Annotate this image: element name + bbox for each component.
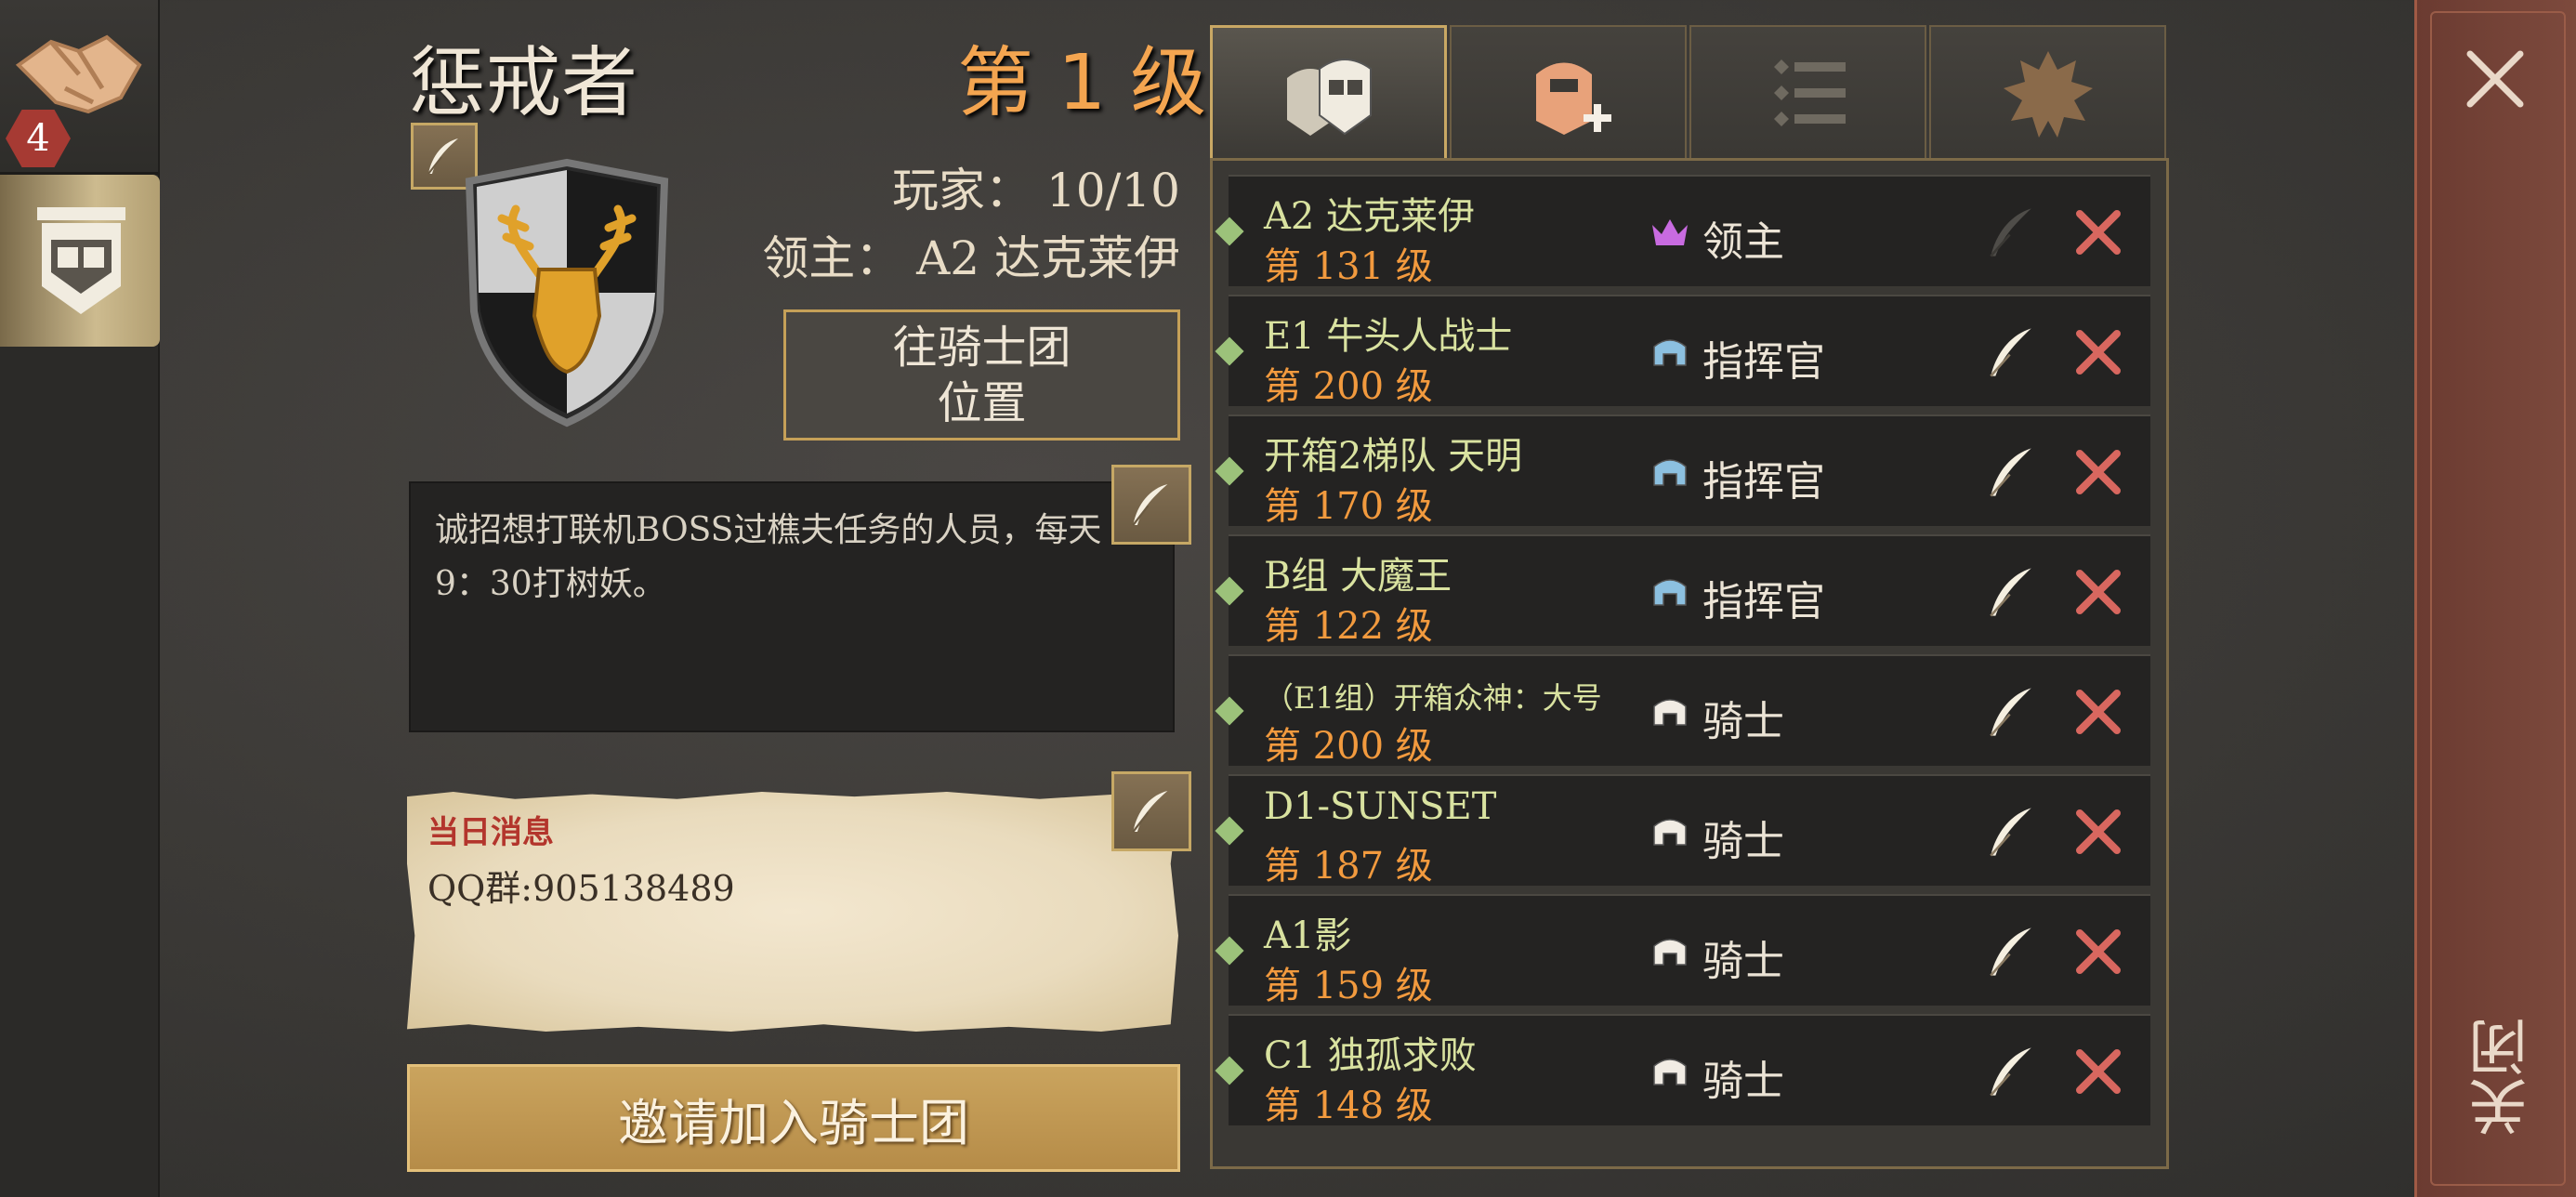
daily-message-title: 当日消息	[427, 814, 554, 851]
member-panel-tabs	[1210, 25, 2169, 164]
member-role: 骑士	[1702, 698, 1784, 745]
guild-level: 第 1 级	[957, 39, 1207, 127]
helmet-white-icon	[1649, 693, 1691, 730]
member-row[interactable]: B组 大魔王第 122 级 指挥官	[1215, 534, 2150, 648]
edit-description-button[interactable]	[1111, 465, 1191, 545]
member-role: 骑士	[1702, 938, 1784, 985]
member-name: （E1组）开箱众神：大号	[1264, 680, 1602, 716]
member-level: 第 187 级	[1264, 845, 1433, 888]
edit-member-quill-icon	[1990, 208, 2031, 257]
kick-member-close-icon[interactable]	[2070, 684, 2126, 740]
invite-to-guild-button[interactable]: 邀请加入骑士团	[407, 1064, 1180, 1172]
edit-member-quill-icon[interactable]	[1981, 1042, 2041, 1101]
kick-member-close-icon[interactable]	[2070, 564, 2126, 620]
member-level: 第 159 级	[1264, 965, 1433, 1007]
tab-list[interactable]	[1689, 25, 1926, 160]
guild-location-button[interactable]: 往骑士团 位置	[783, 309, 1180, 441]
member-role: 骑士	[1702, 818, 1784, 865]
edit-member-quill-icon[interactable]	[1981, 922, 2041, 981]
edit-member-quill-icon[interactable]	[1981, 802, 2041, 862]
helmet-blue-icon	[1649, 454, 1691, 491]
close-icon[interactable]	[2453, 37, 2537, 121]
member-role: 指挥官	[1702, 338, 1825, 386]
guild-banner-icon	[37, 207, 125, 314]
helmet-blue-icon	[1649, 573, 1691, 611]
member-row[interactable]: D1-SUNSET 第 187 级 骑士	[1215, 774, 2150, 888]
description-line-1: 诚招想打联机BOSS过樵夫任务的人员，每天	[435, 511, 1102, 549]
member-level: 第 170 级	[1264, 485, 1433, 528]
member-row[interactable]: A2 达克莱伊第 131 级 领主	[1215, 175, 2150, 288]
member-role: 指挥官	[1702, 458, 1825, 506]
kick-member-close-icon[interactable]	[2070, 204, 2126, 260]
edit-member-quill-icon[interactable]	[1981, 682, 2041, 742]
helmet-white-icon	[1649, 813, 1691, 850]
helmet-white-icon	[1649, 933, 1691, 970]
daily-message-text: QQ群:905138489	[427, 868, 735, 909]
quill-icon	[1132, 483, 1168, 526]
edit-member-quill-icon[interactable]	[1981, 442, 2041, 502]
edit-member-quill-icon[interactable]	[1981, 562, 2041, 622]
member-level: 第 131 级	[1264, 245, 1433, 288]
helmet-blue-icon	[1649, 334, 1691, 371]
quill-icon	[1132, 790, 1168, 833]
add-member-icon	[1535, 62, 1611, 135]
tab-allies[interactable]: 4	[0, 0, 158, 175]
member-row[interactable]: C1 独孤求败第 148 级 骑士	[1215, 1014, 2150, 1127]
star-badge-icon	[2003, 50, 2093, 138]
member-name: A2 达克莱伊	[1264, 195, 1476, 238]
member-name: D1-SUNSET	[1264, 785, 1497, 828]
member-name: A1影	[1264, 914, 1352, 957]
member-level: 第 122 级	[1264, 605, 1433, 648]
guild-description: 诚招想打联机BOSS过樵夫任务的人员，每天 9：30打树妖。	[409, 481, 1175, 732]
list-icon	[1773, 59, 1846, 126]
member-row[interactable]: （E1组）开箱众神：大号第 200 级 骑士	[1215, 654, 2150, 768]
members-icon	[1286, 58, 1372, 136]
kick-member-close-icon[interactable]	[2070, 804, 2126, 860]
player-count: 玩家： 10/10	[892, 164, 1180, 217]
member-name: E1 牛头人战士	[1264, 315, 1513, 358]
member-role: 领主	[1702, 218, 1784, 266]
location-label-1: 往骑士团	[892, 321, 1071, 374]
kick-member-close-icon[interactable]	[2070, 924, 2126, 980]
tab-achievements[interactable]	[1929, 25, 2166, 160]
helmet-white-icon	[1649, 1053, 1691, 1090]
description-line-2: 9：30打树妖。	[435, 564, 666, 603]
location-label-2: 位置	[937, 376, 1027, 429]
member-row[interactable]: A1影第 159 级 骑士	[1215, 894, 2150, 1007]
kick-member-close-icon[interactable]	[2070, 1044, 2126, 1099]
kick-member-close-icon[interactable]	[2070, 444, 2126, 500]
tab-guild[interactable]	[0, 175, 160, 347]
member-role: 指挥官	[1702, 578, 1825, 625]
member-row[interactable]: 开箱2梯队 天明第 170 级 指挥官	[1215, 414, 2150, 528]
tab-members[interactable]	[1210, 25, 1447, 164]
member-role: 骑士	[1702, 1058, 1784, 1105]
guild-crest-icon	[465, 158, 669, 428]
member-level: 第 148 级	[1264, 1085, 1433, 1127]
kick-member-close-icon[interactable]	[2070, 324, 2126, 380]
guild-lord: 领主： A2 达克莱伊	[762, 231, 1180, 285]
edit-daily-message-button[interactable]	[1111, 771, 1191, 851]
tab-add-member[interactable]	[1450, 25, 1687, 160]
member-level: 第 200 级	[1264, 365, 1433, 408]
member-level: 第 200 级	[1264, 725, 1433, 768]
edit-member-quill-icon[interactable]	[1981, 322, 2041, 382]
member-row[interactable]: E1 牛头人战士第 200 级 指挥官	[1215, 295, 2150, 408]
close-label: 关闭	[2469, 1018, 2538, 1137]
crown-icon	[1649, 214, 1691, 251]
guild-name: 惩戒者	[409, 39, 638, 127]
member-name: C1 独孤求败	[1264, 1034, 1477, 1077]
member-name: B组 大魔王	[1264, 555, 1452, 598]
member-name: 开箱2梯队 天明	[1264, 435, 1523, 478]
